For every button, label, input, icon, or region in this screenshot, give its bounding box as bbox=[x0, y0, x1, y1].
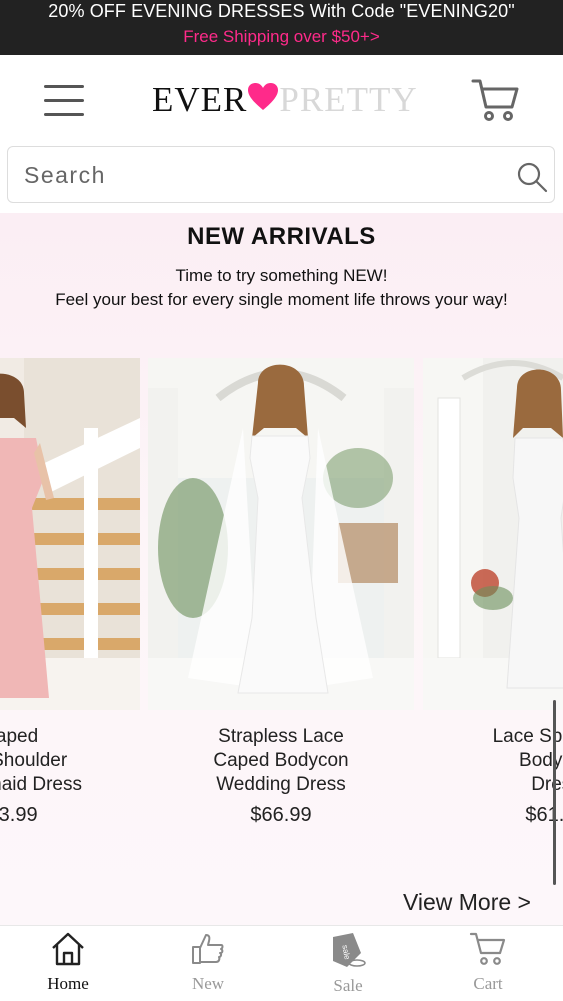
promo-text: 20% OFF EVENING DRESSES With Code "EVENI… bbox=[48, 1, 515, 21]
tab-new[interactable]: New bbox=[158, 931, 258, 994]
brand-logo[interactable]: EVER PRETTY bbox=[152, 79, 418, 121]
heart-icon bbox=[248, 80, 279, 120]
product-price: $63.99 bbox=[0, 804, 38, 826]
logo-text-pretty: PRETTY bbox=[279, 80, 418, 119]
product-name[interactable]: Draped Cold Shoulder Bridesmaid Dress bbox=[0, 725, 140, 797]
product-image[interactable] bbox=[423, 358, 563, 710]
tab-cart[interactable]: Cart bbox=[438, 931, 538, 994]
page-scrollbar[interactable] bbox=[553, 700, 556, 885]
tab-new-label: New bbox=[191, 974, 225, 993]
tab-home[interactable]: Home bbox=[18, 931, 118, 994]
sale-tag-icon: sale bbox=[329, 933, 367, 973]
hamburger-menu-icon[interactable] bbox=[44, 85, 84, 117]
free-shipping-link[interactable]: Free Shipping over $50+> bbox=[0, 26, 563, 48]
section-title: NEW ARRIVALS bbox=[187, 223, 376, 250]
product-image[interactable] bbox=[148, 358, 414, 710]
cart-icon bbox=[469, 932, 507, 971]
product-carousel[interactable]: Draped Cold Shoulder Bridesmaid Dress $6… bbox=[0, 358, 563, 838]
product-price: $66.99 bbox=[250, 804, 312, 826]
new-arrivals-section: NEW ARRIVALS Time to try something NEW! … bbox=[0, 213, 563, 925]
view-more-link[interactable]: View More > bbox=[403, 889, 531, 916]
tab-home-label: Home bbox=[47, 974, 89, 993]
promo-banner[interactable]: 20% OFF EVENING DRESSES With Code "EVENI… bbox=[0, 0, 563, 55]
search-icon[interactable] bbox=[516, 161, 548, 198]
cart-icon[interactable] bbox=[470, 77, 520, 128]
tab-sale-label: Sale bbox=[333, 976, 363, 995]
tab-cart-label: Cart bbox=[473, 974, 503, 993]
thumbs-up-icon bbox=[190, 934, 226, 971]
product-image[interactable] bbox=[0, 358, 140, 710]
product-card[interactable]: Lace Spaghetti Bodycon Dress $61.99 bbox=[423, 358, 563, 827]
section-tagline: Feel your best for every single moment l… bbox=[55, 290, 508, 309]
logo-text-ever: EVER bbox=[152, 80, 248, 119]
section-subtitle: Time to try something NEW! bbox=[175, 266, 388, 285]
product-name[interactable]: Lace Spaghetti Bodycon Dress bbox=[423, 725, 563, 797]
bottom-tab-bar: Home New sale Sale Cart bbox=[0, 925, 563, 1001]
search-input[interactable] bbox=[22, 147, 506, 203]
product-price: $61.99 bbox=[525, 804, 563, 826]
site-header: EVER PRETTY bbox=[0, 55, 563, 145]
product-card[interactable]: Strapless Lace Caped Bodycon Wedding Dre… bbox=[148, 358, 414, 827]
search-bar bbox=[7, 146, 555, 203]
product-name[interactable]: Strapless Lace Caped Bodycon Wedding Dre… bbox=[148, 725, 414, 797]
home-icon bbox=[50, 932, 86, 971]
product-card[interactable]: Draped Cold Shoulder Bridesmaid Dress $6… bbox=[0, 358, 140, 827]
tab-sale[interactable]: sale Sale bbox=[298, 931, 398, 996]
